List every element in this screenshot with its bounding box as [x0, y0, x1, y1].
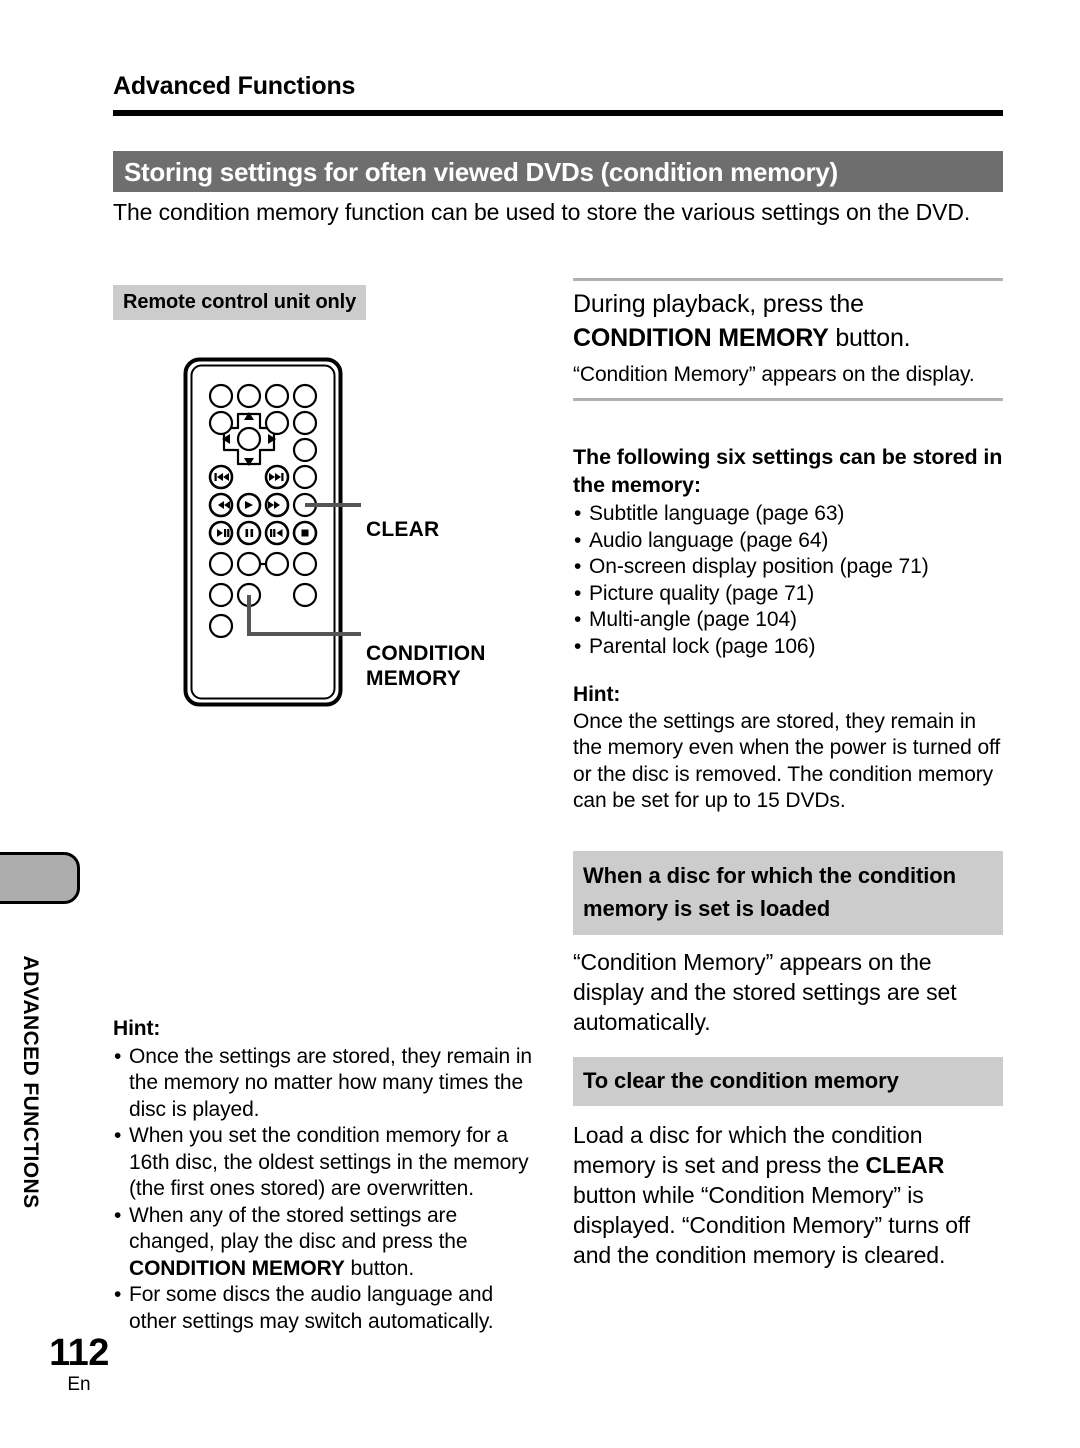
step-heading-lead: During playback, press the [573, 290, 864, 318]
page-footer: 112 En [44, 1332, 114, 1396]
stored-settings-block: The following six settings can be stored… [573, 443, 1003, 660]
list-item: Once the settings are stored, they remai… [113, 1044, 543, 1124]
callout-label-condition-memory-line1: CONDITION [366, 642, 486, 665]
paragraph-clear-memory: Load a disc for which the condition memo… [573, 1120, 1003, 1270]
list-item-emphasis: CONDITION MEMORY [129, 1256, 345, 1280]
step-heading-button: CONDITION MEMORY [573, 324, 829, 352]
language-code: En [67, 1374, 91, 1395]
list-item: Audio language (page 64) [573, 528, 1003, 555]
chapter-tab-marker [0, 852, 80, 904]
paragraph-clear-tail: button while “Condition Memory” is displ… [573, 1181, 971, 1268]
left-hint-title: Hint: [113, 1017, 161, 1040]
left-hint-block: Hint: Once the settings are stored, they… [113, 1016, 543, 1335]
list-item: When you set the condition memory for a … [113, 1123, 543, 1203]
list-item-text: When any of the stored settings are chan… [129, 1203, 468, 1254]
step-rule-bottom [573, 398, 1003, 401]
right-hint-block: Hint: Once the settings are stored, they… [573, 682, 1003, 815]
right-hint-title: Hint: [573, 683, 621, 706]
step-heading-tail: button. [828, 324, 911, 352]
remote-control-badge: Remote control unit only [113, 285, 367, 320]
list-item: On-screen display position (page 71) [573, 554, 1003, 581]
left-column: Remote control unit only [113, 285, 553, 320]
callout-label-condition-memory-line2: MEMORY [366, 667, 461, 690]
subsection-heading-clear-memory: To clear the condition memory [573, 1056, 1003, 1106]
right-hint-text: Once the settings are stored, they remai… [573, 709, 1001, 813]
chapter-tab-label: ADVANCED FUNCTIONS [19, 955, 42, 1209]
page-title: Advanced Functions [113, 72, 356, 100]
subsection-heading-disc-loaded: When a disc for which the condition memo… [573, 850, 1003, 935]
intro-paragraph: The condition memory function can be use… [113, 199, 971, 225]
list-item: Subtitle language (page 63) [573, 501, 1003, 528]
step-heading: During playback, press the CONDITION MEM… [573, 287, 1003, 355]
callout-label-clear: CLEAR [366, 518, 440, 541]
paragraph-disc-loaded: “Condition Memory” appears on the displa… [573, 948, 957, 1035]
list-item-tail: button. [344, 1256, 415, 1280]
left-hint-list: Once the settings are stored, they remai… [113, 1044, 543, 1336]
header-rule [113, 110, 1003, 116]
page-header: Advanced Functions [113, 72, 1003, 116]
list-item: Multi-angle (page 104) [573, 607, 1003, 634]
stored-settings-list: Subtitle language (page 63) Audio langua… [573, 501, 1003, 660]
callout-label-condition-memory: CONDITION MEMORY [366, 641, 486, 691]
remote-control-diagram [183, 357, 361, 707]
list-item: For some discs the audio language and ot… [113, 1282, 543, 1335]
step-subtext: “Condition Memory” appears on the displa… [573, 363, 975, 386]
paragraph-clear-button: CLEAR [865, 1151, 945, 1178]
section-banner-title: Storing settings for often viewed DVDs (… [124, 157, 838, 187]
list-item: Picture quality (page 71) [573, 581, 1003, 608]
section-banner: Storing settings for often viewed DVDs (… [113, 151, 1003, 192]
stored-settings-title: The following six settings can be stored… [573, 445, 1003, 497]
page-number: 112 [49, 1332, 109, 1374]
step-block: During playback, press the CONDITION MEM… [573, 281, 1003, 398]
right-column: During playback, press the CONDITION MEM… [573, 278, 1003, 1270]
list-item: Parental lock (page 106) [573, 634, 1003, 661]
list-item: When any of the stored settings are chan… [113, 1203, 543, 1283]
